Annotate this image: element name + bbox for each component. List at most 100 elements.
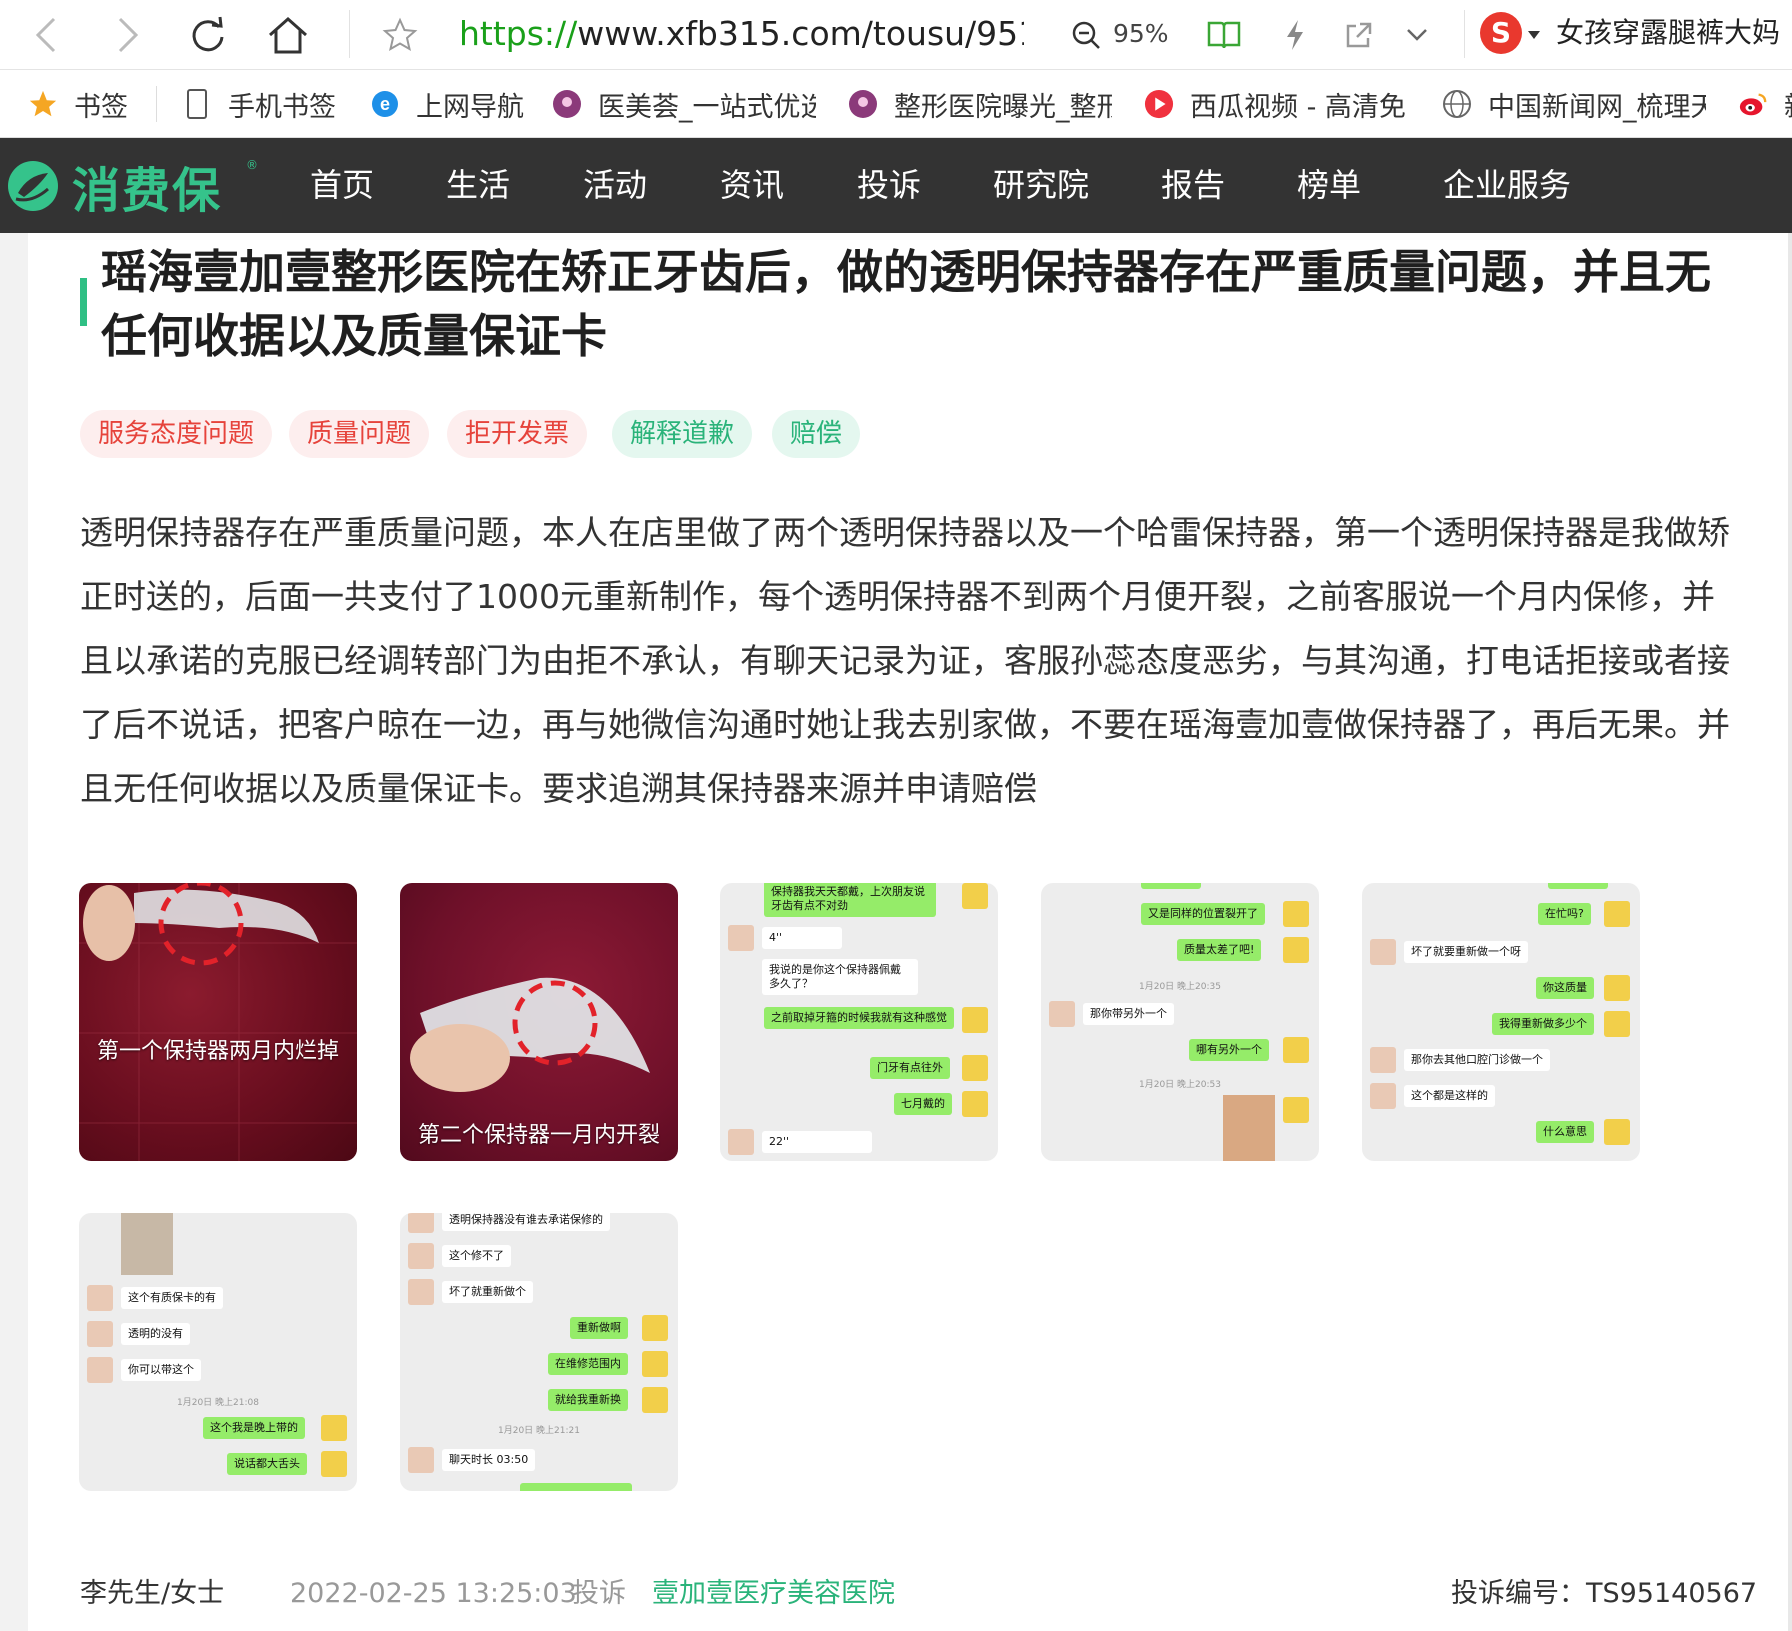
reader-mode-button[interactable] [1204, 0, 1244, 70]
nav-reports[interactable]: 报告 [1161, 138, 1225, 233]
leaf-logo-icon [8, 161, 58, 211]
site-logo[interactable]: 消费保 ® [6, 156, 258, 219]
complaint-body: 透明保持器存在严重质量问题，本人在店里做了两个透明保持器以及一个哈雷保持器，第一… [80, 513, 1730, 808]
chat-call-bubble: 聊天时长 03:50 [442, 1449, 536, 1471]
logo-text: 消费保 [72, 163, 223, 219]
home-button[interactable] [264, 0, 312, 70]
zoom-out-icon [1072, 21, 1100, 49]
bookmark-label: 书签 [74, 91, 128, 123]
chat-timestamp: 1月20日 晚上21:21 [498, 1426, 580, 1436]
chat-bubble: 我得重新做多少个 [1492, 1013, 1594, 1035]
tag-apology[interactable]: 解释道歉 [612, 410, 753, 458]
evidence-photo-1[interactable]: 第一个保持器两月内烂掉 [79, 883, 357, 1161]
search-engine-dropdown[interactable] [1524, 0, 1544, 70]
avatar [1283, 1097, 1309, 1123]
avatar [962, 1055, 988, 1081]
zoom-button[interactable] [1068, 0, 1104, 70]
chat-bubble: 又是同样的位置裂开了 [1141, 903, 1265, 925]
complainant-name: 李先生/女士 [80, 1578, 225, 1609]
nav-rankings[interactable]: 榜单 [1297, 138, 1361, 233]
avatar [1370, 1047, 1396, 1073]
avatar [642, 1351, 668, 1377]
chat-screenshot-1[interactable]: 保持器我天天都戴，上次朋友说牙齿有点不对劲 4'' 我说的是你这个保持器佩戴多久… [720, 883, 998, 1161]
chat-bubble: 这个有质保卡的有 [121, 1287, 223, 1309]
reload-button[interactable] [186, 0, 230, 70]
chevron-down-icon [1407, 29, 1427, 41]
chat-bubble: 之前取掉牙箍的时候我就有这种感觉 [764, 1007, 954, 1029]
bookmark-item[interactable]: 书签 [28, 70, 128, 137]
toolbar-divider [1464, 10, 1465, 58]
chat-bubble: 坏了就要重新做一个呀 [1404, 941, 1528, 963]
chat-bubble: 说话都大舌头 [227, 1453, 307, 1475]
avatar [642, 1315, 668, 1341]
bookmark-item[interactable]: 医美荟_一站式优选 [552, 70, 816, 137]
chat-bubble: 重新做啊 [570, 1317, 628, 1339]
tag-quality[interactable]: 质量问题 [289, 410, 430, 458]
chat-bubble-cut [520, 1483, 632, 1491]
browser-toolbar: https://www.xfb315.com/tousu/95140 95% S… [0, 0, 1792, 70]
chat-screenshot-3[interactable]: 在忙吗? 坏了就要重新做一个呀 你这质量 我得重新做多少个 那你去其他口腔门诊做… [1362, 883, 1640, 1161]
bookmark-item[interactable]: 西瓜视频 - 高清免 [1144, 70, 1408, 137]
nav-news[interactable]: 资讯 [720, 138, 784, 233]
bookmark-item[interactable]: 中国新闻网_梳理天 [1442, 70, 1706, 137]
chat-timestamp: 1月20日 晚上21:08 [177, 1398, 259, 1408]
bookmark-label: 手机书签 [228, 91, 336, 123]
star-outline-icon [382, 17, 418, 52]
evidence-photo-2[interactable]: 第二个保持器一月内开裂 [400, 883, 678, 1161]
nav-home[interactable]: 首页 [310, 138, 374, 233]
bookmark-star-button[interactable] [380, 0, 420, 70]
nav-research[interactable]: 研究院 [993, 138, 1089, 233]
chat-bubble: 这个都是这样的 [1404, 1085, 1495, 1107]
tag-service-attitude[interactable]: 服务态度问题 [80, 410, 273, 458]
bookmark-item[interactable]: e 上网导航 [370, 70, 526, 137]
complaint-time: 2022-02-25 13:25:03 [290, 1578, 577, 1609]
avatar [642, 1387, 668, 1413]
avatar [87, 1321, 113, 1347]
chat-bubble: 我说的是你这个保持器佩戴多久了？ [762, 959, 918, 995]
chat-bubble: 质量太差了吧! [1177, 939, 1262, 961]
company-link[interactable]: 壹加壹医疗美容医院 [652, 1576, 895, 1612]
bookmark-item[interactable]: 整形医院曝光_整形 [848, 70, 1112, 137]
chat-bubble: 透明的没有 [121, 1323, 190, 1345]
chat-bubble: 你这质量 [1536, 977, 1594, 999]
speed-button[interactable] [1280, 0, 1310, 70]
share-button[interactable] [1342, 0, 1376, 70]
complaint-action: 投诉 [572, 1578, 626, 1609]
complaint-number-label: 投诉编号： [1451, 1578, 1586, 1609]
avatar [1604, 1119, 1630, 1145]
title-accent-bar [80, 278, 87, 326]
tag-compensation[interactable]: 赔偿 [772, 410, 861, 458]
complaint-number: 投诉编号：TS95140567 [1451, 1576, 1757, 1612]
search-input[interactable]: 女孩穿露腿裤大妈 [1556, 0, 1792, 66]
chat-bubble: 什么意思 [1536, 1121, 1594, 1143]
zoom-level[interactable]: 95% [1113, 0, 1169, 68]
avatar [321, 1451, 347, 1477]
site-navbar: 消费保 ® 首页 生活 活动 资讯 投诉 研究院 报告 榜单 企业服务 [0, 138, 1792, 233]
chat-screenshot-2[interactable]: 又是同样的位置裂开了 质量太差了吧! 1月20日 晚上20:35 那你带另外一个… [1041, 883, 1319, 1161]
chat-bubble-cut [1548, 883, 1608, 889]
address-bar[interactable]: https://www.xfb315.com/tousu/95140 [459, 0, 1024, 70]
more-dropdown-button[interactable] [1402, 0, 1432, 70]
chat-voice-bubble: 4'' [762, 927, 842, 949]
chat-bubble: 那你带另外一个 [1083, 1003, 1174, 1025]
back-button[interactable] [26, 0, 66, 70]
avatar [408, 1243, 434, 1269]
bookmark-item[interactable]: 新 [1738, 70, 1792, 137]
bookmark-item[interactable]: 手机书签 [182, 70, 336, 137]
page-scrollbar[interactable] [1788, 233, 1792, 1631]
nav-activities[interactable]: 活动 [583, 138, 647, 233]
reload-icon [192, 16, 224, 52]
bookmark-label: 新 [1784, 85, 1792, 124]
globe-icon [1442, 89, 1472, 119]
share-icon [1346, 22, 1372, 48]
sogou-search-icon[interactable]: S [1480, 12, 1522, 54]
chat-screenshot-5[interactable]: 透明保持器没有谁去承诺保修的 这个修不了 坏了就重新做个 重新做啊 在维修范围内… [400, 1213, 678, 1491]
forward-button[interactable] [108, 0, 148, 70]
tag-refuse-invoice[interactable]: 拒开发票 [447, 410, 588, 458]
nav-complaints[interactable]: 投诉 [857, 138, 921, 233]
chat-screenshot-4[interactable]: 这个有质保卡的有 透明的没有 你可以带这个 1月20日 晚上21:08 这个我是… [79, 1213, 357, 1491]
nav-enterprise[interactable]: 企业服务 [1443, 138, 1571, 233]
nav-life[interactable]: 生活 [446, 138, 510, 233]
avatar [1370, 1083, 1396, 1109]
chevron-right-icon [118, 17, 139, 53]
